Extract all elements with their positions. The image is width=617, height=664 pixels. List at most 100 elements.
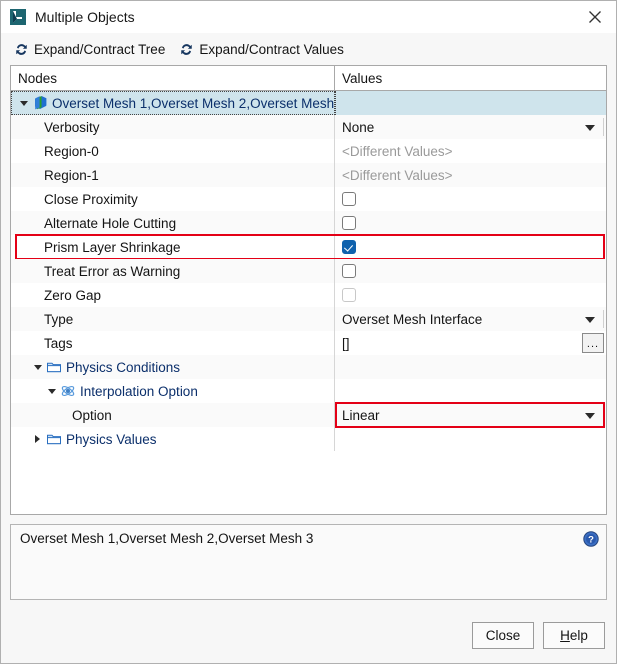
- tree-node-cell[interactable]: Physics Conditions: [11, 355, 335, 379]
- table-row[interactable]: Verbosity None: [11, 115, 606, 139]
- tree-node-cell[interactable]: Interpolation Option: [11, 379, 335, 403]
- dropdown-separator: [603, 310, 604, 328]
- chevron-down-icon[interactable]: [17, 91, 30, 115]
- chevron-down-icon[interactable]: [585, 125, 595, 131]
- tree-node-cell[interactable]: Treat Error as Warning: [11, 259, 335, 283]
- expand-contract-values-button[interactable]: Expand/Contract Values: [179, 42, 344, 57]
- close-icon[interactable]: [580, 4, 610, 30]
- tree-node-cell[interactable]: Physics Values: [11, 427, 335, 451]
- value-cell: [335, 427, 606, 451]
- tree-node-icon-slot: [58, 382, 77, 401]
- table-row[interactable]: Type Overset Mesh Interface: [11, 307, 606, 331]
- folder-icon: [46, 362, 61, 373]
- column-header-values[interactable]: Values: [335, 66, 606, 90]
- tree-node-cell[interactable]: Close Proximity: [11, 187, 335, 211]
- chevron-right-icon[interactable]: [31, 427, 44, 451]
- checkbox[interactable]: [342, 240, 356, 254]
- checkbox[interactable]: [342, 192, 356, 206]
- tree-node-label: Zero Gap: [44, 287, 102, 303]
- value-cell[interactable]: <Different Values>: [335, 139, 606, 163]
- table-row[interactable]: Physics Values: [11, 427, 606, 451]
- table-row[interactable]: Prism Layer Shrinkage: [11, 234, 606, 260]
- toolbar-item-label: Expand/Contract Tree: [34, 41, 166, 57]
- table-row[interactable]: Option Linear: [11, 402, 606, 428]
- table-row[interactable]: Region-1 <Different Values>: [11, 163, 606, 187]
- dropdown-value: None: [342, 119, 375, 135]
- refresh-sync-icon: [16, 43, 27, 55]
- table-row[interactable]: Treat Error as Warning: [11, 259, 606, 283]
- help-button[interactable]: Help: [543, 622, 605, 649]
- value-cell[interactable]: []...: [335, 331, 606, 355]
- twisty-placeholder: [31, 115, 44, 139]
- tags-ellipsis-button[interactable]: ...: [582, 333, 604, 353]
- twisty-placeholder: [31, 163, 44, 187]
- table-row[interactable]: Zero Gap: [11, 283, 606, 307]
- twisty-placeholder: [31, 211, 44, 235]
- tree-node-label: Option: [72, 407, 112, 423]
- tree-node-cell[interactable]: Alternate Hole Cutting: [11, 211, 335, 235]
- value-cell[interactable]: Overset Mesh Interface: [335, 307, 606, 331]
- twisty-placeholder: [59, 403, 72, 427]
- value-cell[interactable]: <Different Values>: [335, 163, 606, 187]
- refresh-sync-icon: [181, 43, 193, 55]
- twisty-placeholder: [31, 235, 44, 259]
- value-cell: [335, 91, 606, 115]
- table-row[interactable]: Interpolation Option: [11, 379, 606, 403]
- table-row[interactable]: Physics Conditions: [11, 355, 606, 379]
- table-body: Overset Mesh 1,Overset Mesh 2,Overset Me…: [11, 91, 606, 514]
- value-cell: [335, 355, 606, 379]
- different-values-text: <Different Values>: [342, 167, 453, 183]
- title-bar: Multiple Objects: [1, 1, 616, 33]
- value-cell[interactable]: [335, 259, 606, 283]
- chevron-down-icon[interactable]: [585, 413, 595, 419]
- tree-node-icon-slot: [44, 430, 63, 449]
- interpolation-option-icon: [61, 385, 74, 397]
- help-button-mnemonic: H: [560, 628, 570, 643]
- chevron-down-icon[interactable]: [45, 379, 58, 403]
- value-cell[interactable]: [335, 211, 606, 235]
- folder-icon: [46, 434, 61, 445]
- table-row[interactable]: Close Proximity: [11, 187, 606, 211]
- table-row[interactable]: Region-0 <Different Values>: [11, 139, 606, 163]
- dialog-button-bar: Close Help: [1, 622, 616, 663]
- overset-mesh-icon: [34, 96, 46, 110]
- table-row[interactable]: Overset Mesh 1,Overset Mesh 2,Overset Me…: [11, 91, 606, 115]
- expand-contract-tree-button[interactable]: Expand/Contract Tree: [14, 42, 165, 57]
- value-cell[interactable]: None: [335, 115, 606, 139]
- close-button[interactable]: Close: [472, 622, 534, 649]
- tree-node-cell[interactable]: Type: [11, 307, 335, 331]
- different-values-text: <Different Values>: [342, 143, 453, 159]
- checkbox[interactable]: [342, 264, 356, 278]
- table-row[interactable]: Alternate Hole Cutting: [11, 211, 606, 235]
- checkbox[interactable]: [342, 216, 356, 230]
- value-cell[interactable]: Linear: [335, 403, 606, 427]
- value-cell[interactable]: [335, 283, 606, 307]
- twisty-placeholder: [31, 307, 44, 331]
- table-header: Nodes Values: [11, 66, 606, 91]
- dropdown-value: Overset Mesh Interface: [342, 311, 483, 327]
- tree-node-cell[interactable]: Region-1: [11, 163, 335, 187]
- column-header-nodes[interactable]: Nodes: [11, 66, 335, 90]
- chevron-down-icon[interactable]: [585, 317, 595, 323]
- help-circle-icon[interactable]: ?: [583, 531, 599, 547]
- twisty-placeholder: [31, 283, 44, 307]
- toolbar-item-label: Expand/Contract Values: [199, 41, 344, 57]
- tree-node-cell[interactable]: Zero Gap: [11, 283, 335, 307]
- tree-node-cell[interactable]: Verbosity: [11, 115, 335, 139]
- dropdown-value: Linear: [342, 407, 380, 423]
- tree-node-cell[interactable]: Tags: [11, 331, 335, 355]
- chevron-down-icon[interactable]: [31, 355, 44, 379]
- value-cell[interactable]: [335, 235, 606, 259]
- tree-node-label: Close Proximity: [44, 191, 138, 207]
- twisty-placeholder: [31, 259, 44, 283]
- tree-node-cell[interactable]: Overset Mesh 1,Overset Mesh 2,Overset Me…: [11, 91, 335, 115]
- tree-node-cell[interactable]: Option: [11, 403, 335, 427]
- tree-node-cell[interactable]: Region-0: [11, 139, 335, 163]
- twisty-placeholder: [31, 139, 44, 163]
- value-cell[interactable]: [335, 187, 606, 211]
- multiple-objects-dialog: Multiple Objects Expand/Contract Tree Ex…: [0, 0, 617, 664]
- table-row[interactable]: Tags []...: [11, 331, 606, 355]
- tree-node-label: Tags: [44, 335, 73, 351]
- tree-node-cell[interactable]: Prism Layer Shrinkage: [11, 235, 335, 259]
- star-ccm-object-icon: [10, 9, 26, 25]
